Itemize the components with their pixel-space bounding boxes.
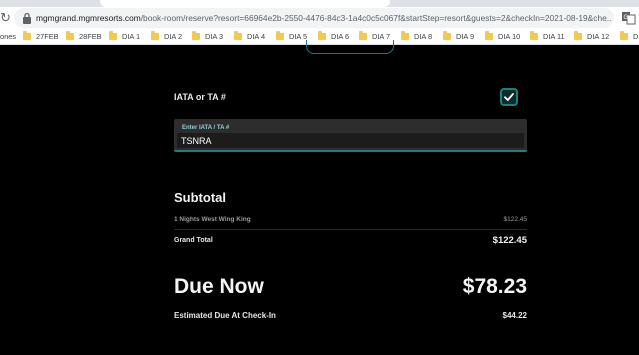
due-now-label: Due Now	[174, 275, 264, 298]
grand-total-label: Grand Total	[174, 237, 213, 244]
bookmark-folder-dia-5[interactable]: DIA 5	[276, 29, 307, 44]
bookmark-label: 27FEB	[36, 32, 59, 41]
folder-icon	[620, 31, 628, 40]
bookmark-folder-dia-12[interactable]: DIA 12	[574, 29, 609, 44]
bookmark-folder-dia-1[interactable]: DIA 1	[109, 29, 140, 44]
folder-icon	[23, 31, 31, 40]
checkmark-icon	[504, 93, 514, 101]
room-line-label: 1 Nights West Wing King	[174, 216, 251, 223]
bookmark-label: DIA 12	[587, 32, 610, 41]
translate-icon[interactable]: G	[622, 11, 636, 25]
tab-strip	[0, 0, 639, 7]
folder-icon	[276, 31, 284, 40]
booking-page: IATA or TA # Enter IATA / TA # Subtotal …	[0, 40, 639, 355]
bookmark-folder-27feb[interactable]: 27FEB	[23, 29, 59, 44]
bookmark-label: DIA 11	[543, 32, 565, 41]
iata-label: IATA or TA #	[174, 92, 226, 102]
previous-section-button[interactable]	[306, 40, 394, 54]
bookmark-folder-dia-11[interactable]: DIA 11	[530, 29, 565, 44]
bookmark-folder-28feb[interactable]: 28FEB	[66, 29, 102, 44]
folder-icon	[151, 31, 159, 40]
subtotal-heading: Subtotal	[174, 190, 226, 205]
address-bar[interactable]: mgmgrand.mgmresorts.com/book-room/reserv…	[14, 8, 614, 28]
bookmark-label: DIA 9	[456, 32, 475, 41]
grand-total-value: $122.45	[492, 235, 527, 246]
reload-icon[interactable]: ↻	[0, 10, 11, 26]
due-now-value: $78.23	[462, 275, 527, 298]
iata-field-label: Enter IATA / TA #	[182, 125, 230, 131]
folder-icon	[359, 31, 367, 40]
lock-icon	[23, 12, 31, 24]
folder-icon	[318, 31, 326, 40]
svg-text:G: G	[624, 15, 629, 21]
bookmark-item[interactable]: ones	[0, 29, 16, 44]
folder-icon	[109, 31, 117, 40]
iata-input[interactable]	[177, 133, 524, 148]
folder-icon	[443, 31, 451, 40]
bookmark-label: DIA 10	[498, 32, 521, 41]
bookmark-folder-dia-2[interactable]: DIA 2	[151, 29, 182, 44]
bookmark-folder-more[interactable]: D	[620, 29, 638, 44]
url-host: mgmgrand.mgmresorts.com	[36, 13, 141, 23]
iata-field: Enter IATA / TA #	[174, 119, 527, 152]
url-text[interactable]: mgmgrand.mgmresorts.com/book-room/reserv…	[36, 8, 611, 28]
bookmark-label: DIA 5	[289, 32, 308, 41]
bookmark-label: DIA 1	[122, 32, 141, 41]
estimated-due-value: $44.22	[502, 311, 527, 320]
folder-icon	[485, 31, 493, 40]
active-tab[interactable]	[100, 0, 390, 7]
bookmark-label: DIA 4	[247, 32, 266, 41]
folder-icon	[401, 31, 409, 40]
bookmark-label: DIA 3	[205, 32, 224, 41]
folder-icon	[530, 31, 538, 40]
bookmark-folder-dia-9[interactable]: DIA 9	[443, 29, 474, 44]
bookmark-folder-dia-3[interactable]: DIA 3	[192, 29, 223, 44]
bookmark-folder-dia-10[interactable]: DIA 10	[485, 29, 520, 44]
folder-icon	[234, 31, 242, 40]
bookmark-label: DIA 2	[164, 32, 183, 41]
bookmark-folder-dia-8[interactable]: DIA 8	[401, 29, 432, 44]
folder-icon	[192, 31, 200, 40]
bookmark-label: D	[633, 32, 639, 41]
browser-toolbar: ↻ mgmgrand.mgmresorts.com/book-room/rese…	[0, 7, 639, 29]
url-path: /book-room/reserve?resort=66964e2b-2550-…	[140, 13, 611, 23]
bookmark-label: DIA 8	[414, 32, 433, 41]
estimated-due-label: Estimated Due At Check-In	[174, 311, 276, 320]
divider	[174, 229, 527, 230]
folder-icon	[574, 31, 582, 40]
iata-checkbox[interactable]	[500, 88, 518, 106]
room-line-value: $122.45	[503, 216, 528, 223]
bookmark-folder-dia-4[interactable]: DIA 4	[234, 29, 265, 44]
bookmark-label: 28FEB	[79, 32, 102, 41]
folder-icon	[66, 31, 74, 40]
